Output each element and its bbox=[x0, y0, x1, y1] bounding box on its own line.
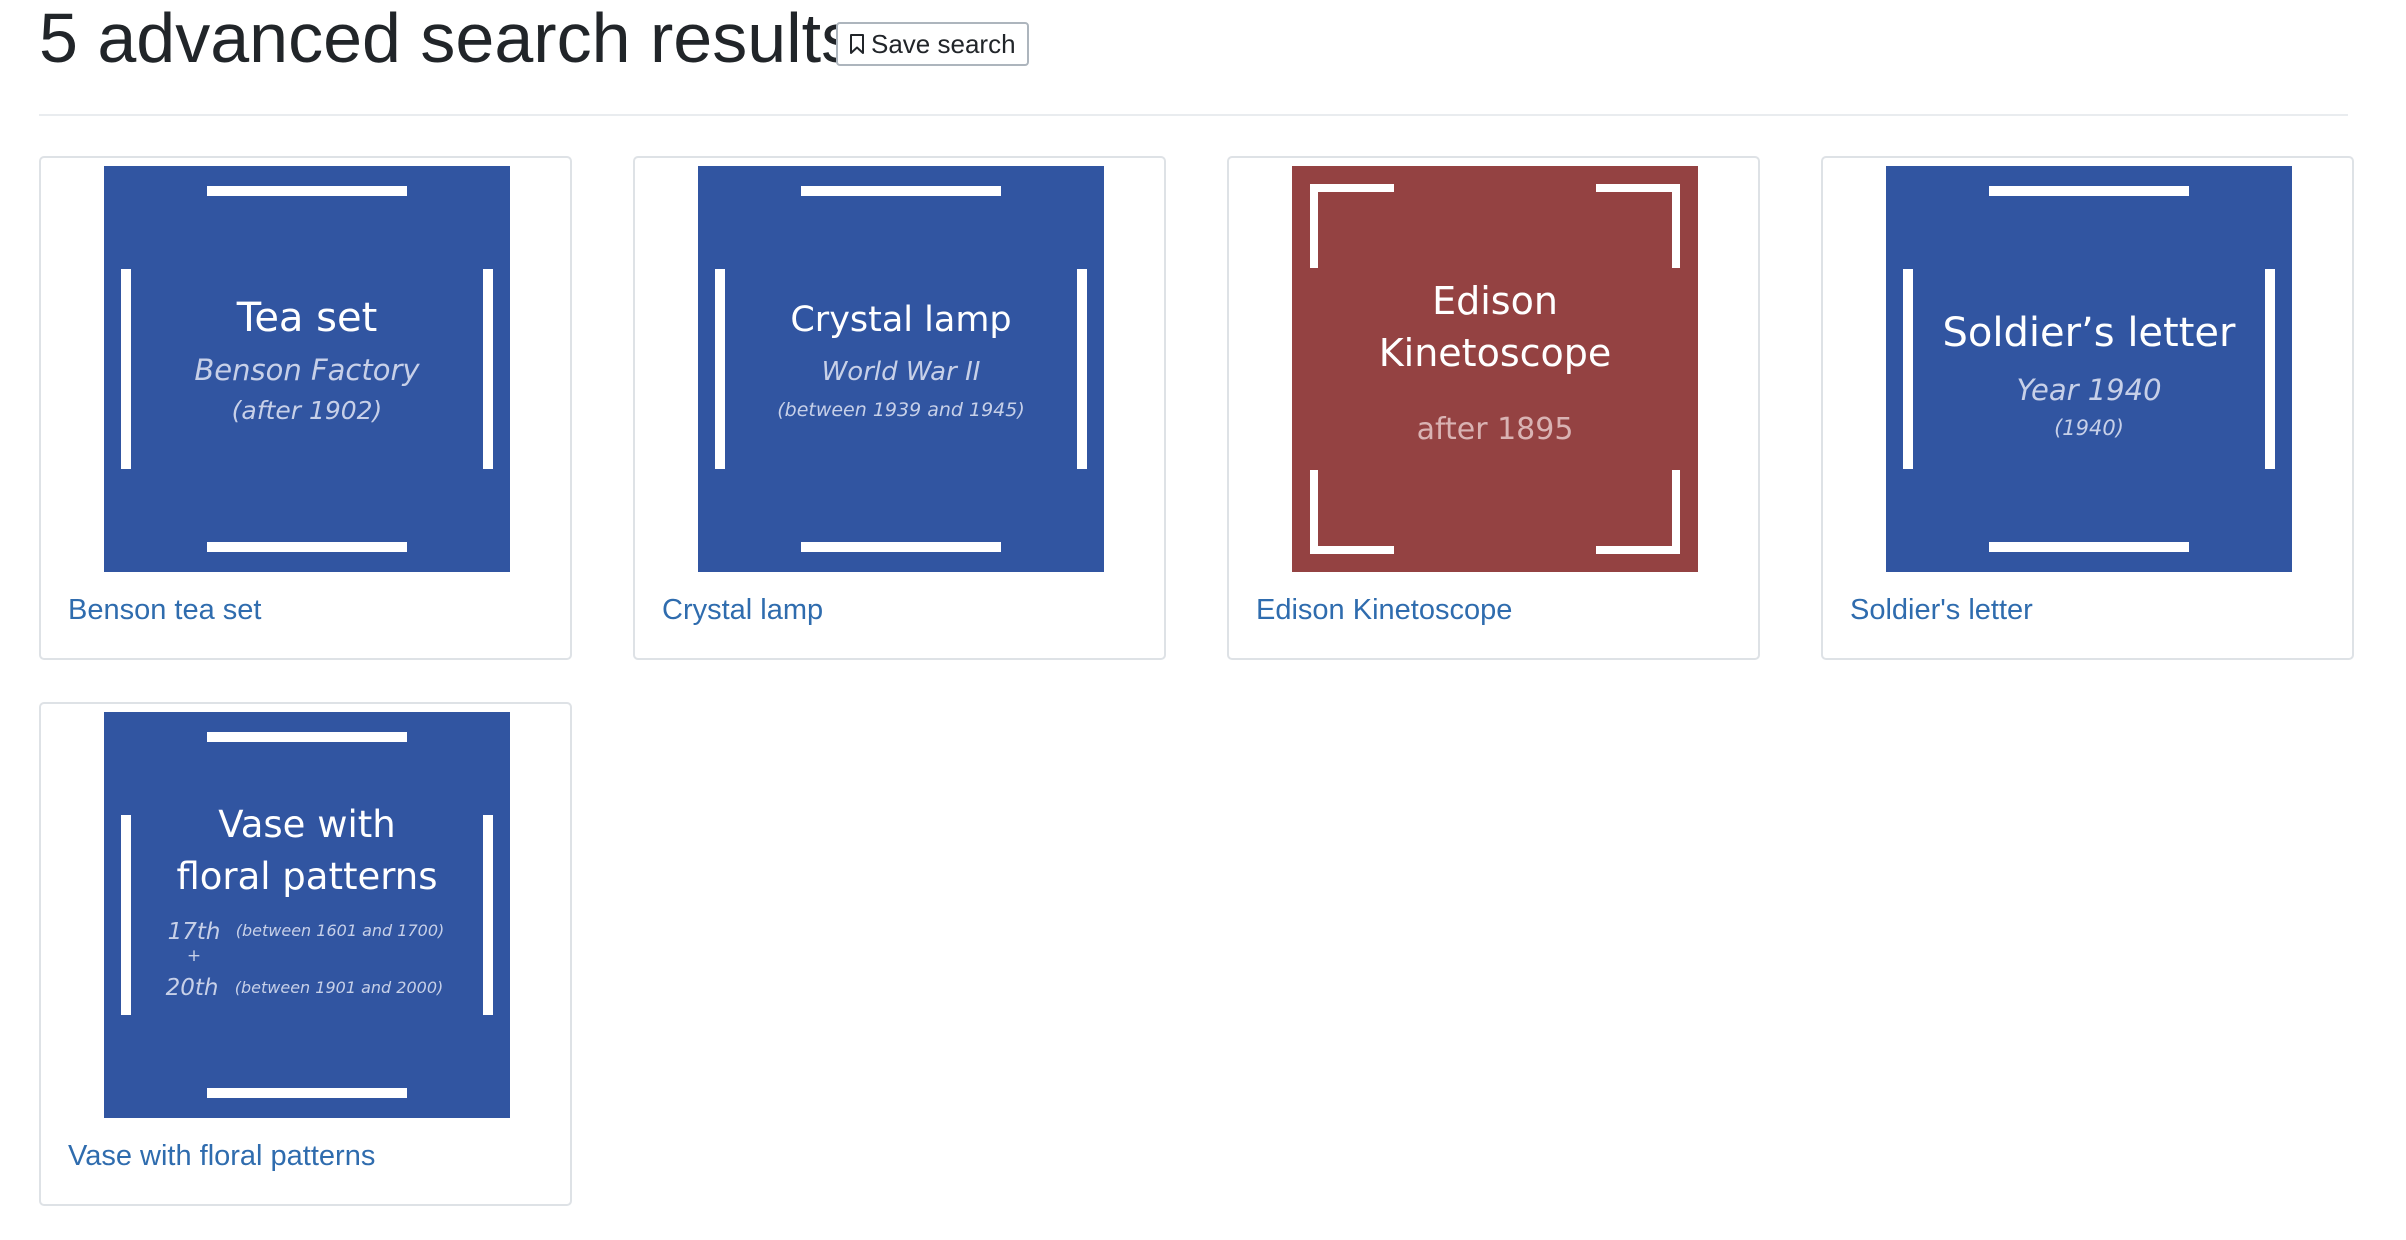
result-title-link[interactable]: Crystal lamp bbox=[662, 594, 823, 627]
results-header: 5 advanced search results Save search bbox=[39, 0, 2348, 116]
thumbnail-title: Soldier’s letter bbox=[1943, 310, 2237, 356]
result-thumbnail[interactable]: Tea set Benson Factory (after 1902) bbox=[104, 166, 510, 572]
thumbnail-century-2: 20th bbox=[166, 975, 219, 1001]
thumbnail-image: Crystal lamp World War II (between 1939 … bbox=[698, 166, 1104, 572]
result-card: Soldier’s letter Year 1940 (1940) Soldie… bbox=[1821, 156, 2354, 660]
thumbnail-image: Edison Kinetoscope after 1895 bbox=[1292, 166, 1698, 572]
result-card: Edison Kinetoscope after 1895 Edison Kin… bbox=[1227, 156, 1760, 660]
thumbnail-title-line1: Vase with bbox=[218, 803, 395, 846]
thumbnail-subtitle: Benson Factory bbox=[194, 353, 420, 387]
thumbnail-title: Tea set bbox=[236, 295, 378, 341]
thumbnail-image: Soldier’s letter Year 1940 (1940) bbox=[1886, 166, 2292, 572]
result-title-link[interactable]: Edison Kinetoscope bbox=[1256, 594, 1512, 627]
result-card: Vase with floral patterns 17th (between … bbox=[39, 702, 572, 1206]
result-title-link[interactable]: Benson tea set bbox=[68, 594, 261, 627]
bookmark-icon bbox=[849, 33, 865, 55]
thumbnail-title: Crystal lamp bbox=[790, 300, 1011, 340]
search-results-page: 5 advanced search results Save search Te… bbox=[0, 0, 2406, 1240]
result-thumbnail[interactable]: Edison Kinetoscope after 1895 bbox=[1292, 166, 1698, 572]
thumbnail-date: (after 1902) bbox=[232, 396, 383, 425]
save-search-button[interactable]: Save search bbox=[836, 22, 1029, 66]
thumbnail-century-1: 17th bbox=[168, 919, 221, 945]
thumbnail-date: (1940) bbox=[2054, 416, 2124, 440]
thumbnail-date: (between 1939 and 1945) bbox=[777, 399, 1025, 421]
thumbnail-title-line1: Edison bbox=[1432, 279, 1558, 323]
result-title-link[interactable]: Vase with floral patterns bbox=[68, 1140, 375, 1173]
thumbnail-title-line2: Kinetoscope bbox=[1379, 331, 1612, 375]
page-title: 5 advanced search results bbox=[39, 0, 857, 77]
thumbnail-subtitle: Year 1940 bbox=[2016, 373, 2161, 407]
result-card: Crystal lamp World War II (between 1939 … bbox=[633, 156, 1166, 660]
thumbnail-range-2: (between 1901 and 2000) bbox=[235, 978, 443, 997]
result-thumbnail[interactable]: Crystal lamp World War II (between 1939 … bbox=[698, 166, 1104, 572]
thumbnail-plus: + bbox=[187, 946, 201, 966]
result-thumbnail[interactable]: Soldier’s letter Year 1940 (1940) bbox=[1886, 166, 2292, 572]
result-thumbnail[interactable]: Vase with floral patterns 17th (between … bbox=[104, 712, 510, 1118]
thumbnail-subtitle: World War II bbox=[822, 357, 981, 387]
thumbnail-date: after 1895 bbox=[1417, 412, 1574, 447]
result-card: Tea set Benson Factory (after 1902) Bens… bbox=[39, 156, 572, 660]
thumbnail-image: Vase with floral patterns 17th (between … bbox=[104, 712, 510, 1118]
thumbnail-title-line2: floral patterns bbox=[176, 855, 437, 898]
result-title-link[interactable]: Soldier's letter bbox=[1850, 594, 2033, 627]
save-search-label: Save search bbox=[871, 28, 1016, 59]
thumbnail-image: Tea set Benson Factory (after 1902) bbox=[104, 166, 510, 572]
thumbnail-range-1: (between 1601 and 1700) bbox=[236, 921, 444, 940]
